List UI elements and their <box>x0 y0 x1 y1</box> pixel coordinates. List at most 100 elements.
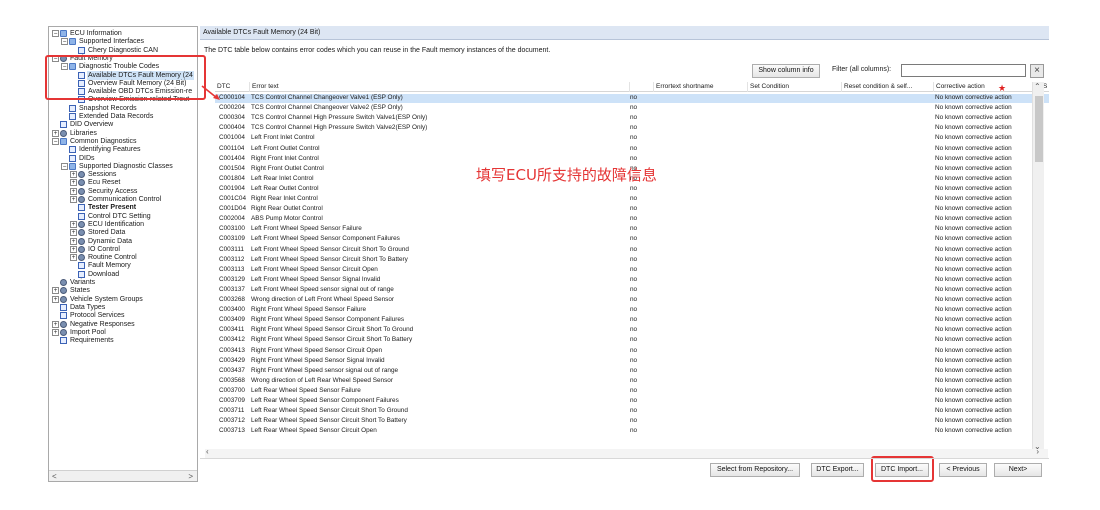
show-column-info-button[interactable]: Show column info <box>752 64 820 78</box>
column-header[interactable]: Set Condition <box>747 82 789 92</box>
collapse-icon[interactable]: − <box>61 162 68 170</box>
table-row[interactable]: C003409 Right Front Wheel Speed Sensor Co… <box>215 316 1049 325</box>
expand-icon[interactable]: + <box>52 328 59 336</box>
table-row[interactable]: C001004 Left Front Inlet Control no No know… <box>215 134 1049 143</box>
column-header[interactable]: Errortext shortname <box>653 82 713 92</box>
table-row[interactable]: C003412 Right Front Wheel Speed Sensor Ci… <box>215 336 1049 345</box>
expand-icon[interactable]: + <box>70 196 77 203</box>
doc-icon <box>69 113 76 120</box>
column-header[interactable] <box>629 82 632 92</box>
table-row[interactable]: C003137 Left Front Wheel Speed sensor sig… <box>215 286 1049 295</box>
table-row[interactable]: C000404 TCS Control Channel High Pressure… <box>215 124 1049 133</box>
expand-icon[interactable]: + <box>70 237 77 245</box>
dtc-cell: C003409 <box>219 316 245 324</box>
tree-horizontal-scrollbar[interactable]: < > <box>49 470 197 481</box>
table-row[interactable]: C003268 Wrong direction of Left Front Whe… <box>215 296 1049 305</box>
dtc-import-button[interactable]: DTC Import... <box>875 463 929 477</box>
dtc-cell: C003268 <box>219 296 245 303</box>
error-text-cell: Right Front Wheel Speed sensor signal ou… <box>251 366 399 374</box>
gear-icon <box>78 187 85 195</box>
flag-cell: no <box>630 114 638 122</box>
table-row[interactable]: C003111 Left Front Wheel Speed Sensor Cir… <box>215 246 1049 255</box>
expand-icon[interactable]: + <box>52 295 59 303</box>
table-row[interactable]: C003413 Right Front Wheel Speed Sensor Ci… <box>215 347 1049 356</box>
collapse-icon[interactable]: − <box>52 30 59 37</box>
corrective-action-cell: No known corrective action <box>935 114 1012 122</box>
corrective-action-cell: No known corrective action <box>935 255 1012 263</box>
table-row[interactable]: C003109 Left Front Wheel Speed Sensor Com… <box>215 235 1049 244</box>
scroll-up-arrow-icon[interactable]: ⌃ <box>1034 82 1041 91</box>
table-row[interactable]: C003400 Right Front Wheel Speed Sensor Fa… <box>215 306 1049 315</box>
collapse-icon[interactable]: − <box>61 38 68 46</box>
expand-icon[interactable]: + <box>52 129 59 137</box>
table-row[interactable]: C001104 Left Front Outlet Control no No kno… <box>215 145 1049 154</box>
table-row[interactable]: C003700 Left Rear Wheel Speed Sensor Fail… <box>215 387 1049 396</box>
table-row[interactable]: C001404 Right Front Inlet Control no No kno… <box>215 155 1049 164</box>
corrective-action-cell: No known corrective action <box>935 397 1012 404</box>
table-row[interactable]: C002004 ABS Pump Motor Control no No known … <box>215 215 1049 224</box>
dtc-cell: C003112 <box>219 255 245 263</box>
column-header[interactable]: Corrective action <box>933 82 985 92</box>
table-row[interactable]: C003129 Left Front Wheel Speed Sensor Sig… <box>215 276 1049 285</box>
expand-icon[interactable]: + <box>52 320 59 328</box>
expand-icon[interactable]: + <box>70 254 77 262</box>
hscroll-right-arrow-icon[interactable]: › <box>1036 447 1039 456</box>
filter-input[interactable] <box>901 64 1026 77</box>
table-row[interactable]: C001C04 Right Rear Inlet Control no No know… <box>215 195 1049 204</box>
table-vertical-scrollbar[interactable]: ⌃ ⌄ <box>1032 82 1044 452</box>
expand-icon[interactable]: + <box>70 220 77 228</box>
table-row[interactable]: C003411 Right Front Wheel Speed Sensor Ci… <box>215 326 1049 335</box>
table-row[interactable]: C003711 Left Rear Wheel Speed Sensor Circ… <box>215 407 1049 416</box>
expand-icon[interactable]: + <box>70 187 77 195</box>
column-header[interactable]: Reset condition & self... <box>841 82 912 92</box>
scroll-left-arrow-icon[interactable]: < <box>52 471 57 481</box>
dtc-cell: C003412 <box>219 336 245 344</box>
expand-icon[interactable]: + <box>70 179 77 187</box>
scrollbar-thumb[interactable] <box>1035 96 1043 162</box>
flag-cell: no <box>630 306 638 314</box>
corrective-action-cell: No known corrective action <box>935 164 1012 172</box>
doc-icon <box>69 146 76 154</box>
collapse-icon[interactable]: − <box>52 137 59 145</box>
dtc-cell: C001904 <box>219 184 245 192</box>
tree-item[interactable]: Requirements <box>52 336 115 345</box>
expand-icon[interactable]: + <box>70 171 77 179</box>
required-star-icon: ★ <box>998 83 1007 93</box>
previous-button[interactable]: < Previous <box>939 463 987 477</box>
error-text-cell: Left Rear Wheel Speed Sensor Circuit Sho… <box>251 407 408 415</box>
scroll-right-arrow-icon[interactable]: > <box>188 471 193 481</box>
table-row[interactable]: C003713 Left Rear Wheel Speed Sensor Circ… <box>215 427 1049 436</box>
dtc-cell: C003700 <box>219 386 245 394</box>
table-row[interactable]: C001904 Left Rear Outlet Control no No know… <box>215 185 1049 194</box>
table-row[interactable]: C001D04 Right Rear Outlet Control no No kno… <box>215 205 1049 214</box>
table-row[interactable]: C000304 TCS Control Channel High Pressure… <box>215 114 1049 123</box>
expand-icon[interactable]: + <box>52 287 59 295</box>
expand-icon[interactable]: + <box>70 229 77 237</box>
table-row[interactable]: C003709 Left Rear Wheel Speed Sensor Comp… <box>215 397 1049 406</box>
table-description: The DTC table below contains error codes… <box>204 47 551 54</box>
select-from-repository-button[interactable]: Select from Repository... <box>710 463 800 477</box>
corrective-action-cell: No known corrective action <box>935 306 1012 314</box>
table-row[interactable]: C000204 TCS Control Channel Changeover Va… <box>215 104 1049 113</box>
table-row[interactable]: C003712 Left Rear Wheel Speed Sensor Circ… <box>215 417 1049 426</box>
table-row[interactable]: C003568 Wrong direction of Left Rear Whee… <box>215 377 1049 386</box>
table-row[interactable]: C003437 Right Front Wheel Speed sensor si… <box>215 367 1049 376</box>
dtc-cell: C001004 <box>219 134 245 142</box>
next-button[interactable]: Next> <box>994 463 1042 477</box>
flag-cell: no <box>630 245 638 253</box>
page-title: Available DTCs Fault Memory (24 Bit) <box>200 26 1049 40</box>
error-text-cell: Right Front Wheel Speed Sensor Component… <box>251 316 405 324</box>
table-row[interactable]: C003112 Left Front Wheel Speed Sensor Cir… <box>215 256 1049 265</box>
table-row[interactable]: C003429 Right Front Wheel Speed Sensor Si… <box>215 357 1049 366</box>
hscroll-left-arrow-icon[interactable]: ‹ <box>206 447 209 456</box>
table-row[interactable]: C000104 TCS Control Channel Changeover Va… <box>215 94 1049 103</box>
table-row[interactable]: C003113 Left Front Wheel Speed Sensor Cir… <box>215 266 1049 275</box>
expand-icon[interactable]: + <box>70 245 77 253</box>
column-header[interactable]: Error text <box>249 82 279 92</box>
clear-filter-icon[interactable]: × <box>1030 64 1044 78</box>
dtc-export-button[interactable]: DTC Export... <box>811 463 864 477</box>
dtc-cell: C000304 <box>219 114 245 122</box>
corrective-action-cell: No known corrective action <box>935 124 1012 132</box>
table-row[interactable]: C003100 Left Front Wheel Speed Sensor Fai… <box>215 225 1049 234</box>
doc-icon <box>60 121 67 129</box>
